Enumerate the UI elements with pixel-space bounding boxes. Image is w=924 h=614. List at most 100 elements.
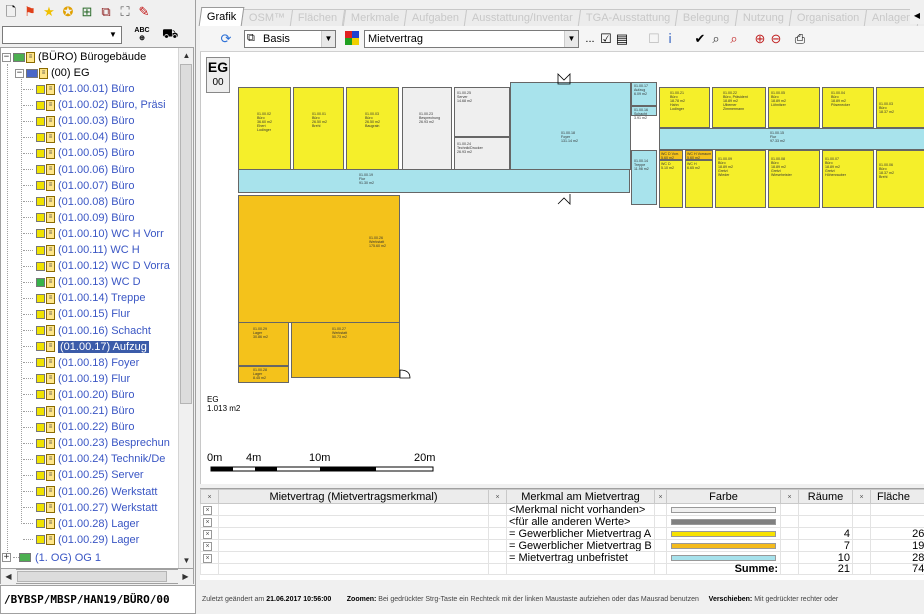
room-01.00.11[interactable]: WC H 6.65 m2 [685, 160, 713, 208]
tab-scroll-left-icon[interactable]: ◀ [910, 8, 924, 24]
room-01.00.07[interactable]: 01.00.07 Büro 18.89 m2 Gretzi Höhenraube… [822, 150, 874, 208]
zoom-area-icon[interactable]: ⌕ [726, 31, 742, 47]
row-remove-icon[interactable]: × [200, 551, 219, 564]
tree-room-node[interactable]: ≡ (01.00.15) Flur [23, 306, 130, 322]
tree-room-node[interactable]: ≡ (01.00.01) Büro [23, 81, 134, 97]
collapse-icon[interactable]: − [2, 52, 11, 62]
more-options-button[interactable]: ... [582, 31, 598, 47]
scroll-up-icon[interactable]: ▲ [179, 48, 193, 63]
tree-floor-node[interactable]: − ≡ (00) EG [15, 65, 90, 81]
tree-room-node[interactable]: ≡ (01.00.19) Flur [23, 371, 130, 387]
favorite-add-icon[interactable]: ✪ [60, 4, 76, 20]
room-01.00.06[interactable]: 01.00.06 Büro 18.37 m2 Brehl [876, 150, 924, 208]
checkbox-icon[interactable]: ☑ [598, 31, 614, 47]
tab-grafik[interactable]: Grafik [198, 7, 245, 26]
tree-room-node[interactable]: ≡ (01.00.06) Büro [23, 162, 134, 178]
tree-room-node[interactable]: ≡ (01.00.07) Büro [23, 178, 134, 194]
tree-root-node[interactable]: − ≡ (BÜRO) Bürogebäude [2, 49, 146, 65]
tree-room-node[interactable]: ≡ (01.00.20) Büro [23, 387, 134, 403]
room-01.00.21[interactable]: 01.00.21 Büro 18.78 m2 Hahn Lodinger [659, 87, 710, 128]
view-combo[interactable]: Basis ⧉ ▼ [244, 30, 336, 48]
tree-room-node[interactable]: ≡ (01.00.17) Aufzug [23, 339, 149, 355]
color-swatch[interactable] [671, 542, 776, 549]
chevron-down-icon[interactable]: ▼ [106, 28, 120, 42]
tree-room-node[interactable]: ≡ (01.00.05) Büro [23, 145, 134, 161]
column-header-mietvertrag[interactable]: Mietvertrag (Mietvertragsmerkmal) [218, 489, 489, 504]
tree-floor-node[interactable]: + (1. OG) OG 1 [2, 550, 101, 566]
tree-room-node[interactable]: ≡ (01.00.09) Büro [23, 210, 134, 226]
tree-room-node[interactable]: ≡ (01.00.02) Büro, Präsi [23, 97, 166, 113]
tree-room-node[interactable]: ≡ (01.00.24) Technik/De [23, 451, 165, 467]
room-01.00.27[interactable]: 01.00.27 Werkstatt 50.73 m2 [291, 322, 400, 378]
tree-room-node[interactable]: ≡ (01.00.08) Büro [23, 194, 134, 210]
color-swatch[interactable] [671, 506, 776, 513]
tree-room-node[interactable]: ≡ (01.00.14) Treppe [23, 290, 145, 306]
scroll-right-icon[interactable]: ▶ [178, 569, 193, 584]
tab-organisation[interactable]: Organisation [788, 9, 868, 26]
info-icon[interactable]: ⅰ [662, 31, 678, 47]
scroll-thumb[interactable] [17, 571, 167, 582]
column-header-raeume[interactable]: Räume [798, 489, 853, 504]
tree-room-node[interactable]: ≡ (01.00.21) Büro [23, 403, 134, 419]
tree-room-node[interactable]: ≡ (01.00.12) WC D Vorra [23, 258, 170, 274]
print-icon[interactable]: ⎙ [792, 31, 808, 47]
row-remove-icon[interactable]: × [200, 539, 219, 552]
legend-row[interactable]: × = Gewerblicher Mietvertrag B 7 193,54 m [200, 539, 924, 552]
pen-icon[interactable]: ✎ [136, 4, 152, 20]
floor-plan-canvas[interactable]: EG 00 01.00.02 Büro 36.60 m2 Ehert Lodin… [200, 52, 924, 484]
tree-expand-icon[interactable]: ⊞ [79, 4, 95, 20]
column-header-flaeche[interactable]: Fläche [870, 489, 924, 504]
close-icon[interactable]: × [852, 489, 871, 504]
color-swatch[interactable] [671, 518, 776, 525]
column-header-farbe[interactable]: Farbe [666, 489, 781, 504]
legend-row[interactable]: × <für alle anderen Werte> [200, 515, 924, 528]
room-01.00.05[interactable]: 01.00.05 Büro 18.89 m2 Löhnitzer [768, 87, 820, 128]
scroll-left-icon[interactable]: ◀ [1, 569, 16, 584]
feature-combo[interactable]: Mietvertrag ▼ [364, 30, 579, 48]
row-remove-icon[interactable]: × [200, 515, 219, 528]
room-01.00.24[interactable]: 01.00.24 Technik/Drucker 26.93 m2 [454, 137, 510, 173]
tab-tga-ausstattung[interactable]: TGA-Ausstattung [577, 9, 679, 26]
tree-room-node[interactable]: ≡ (01.00.13) WC D [23, 274, 141, 290]
room-01.00.26[interactable]: 01.00.26 Werkstatt 175.60 m2 [238, 195, 400, 323]
close-icon[interactable]: × [488, 489, 507, 504]
tree-room-node[interactable]: ≡ (01.00.10) WC H Vorr [23, 226, 164, 242]
tab-flächen[interactable]: Flächen [290, 9, 346, 26]
room-01.00.08[interactable]: 01.00.08 Büro 18.89 m2 Gretzi Wieseheist… [768, 150, 820, 208]
row-remove-icon[interactable]: × [200, 527, 219, 540]
tab-osm[interactable]: OSM™ [241, 9, 294, 26]
tree-room-node[interactable]: ≡ (01.00.18) Foyer [23, 355, 139, 371]
zoom-out-icon[interactable]: ⊖ [768, 31, 784, 47]
tree-horizontal-scrollbar[interactable]: ◀ ▶ [0, 569, 194, 584]
room-01.00.28[interactable]: 01.00.28 Lager 8.45 m2 [238, 366, 289, 383]
tab-merkmale[interactable]: Merkmale [342, 9, 408, 26]
legend-row[interactable]: × <Merkmal nicht vorhanden> [200, 503, 924, 516]
tree-room-node[interactable]: ≡ (01.00.11) WC H [23, 242, 140, 258]
room-01.00.23[interactable]: 01.00.23 Besprechung 26.93 m2 [402, 87, 452, 173]
tree-vertical-scrollbar[interactable]: ▲ ▼ [178, 48, 193, 568]
favorite-star-icon[interactable]: ★ [41, 4, 57, 20]
new-doc-icon[interactable]: 🗋 [3, 4, 19, 20]
column-header-merkmal[interactable]: Merkmal am Mietvertrag [506, 489, 655, 504]
room-01.00.09[interactable]: 01.00.09 Büro 18.89 m2 Gretzi Wieder [715, 150, 766, 208]
room-01.00.01[interactable]: 01.00.01 Büro 26.50 m2 Brehl [293, 87, 344, 173]
search-combo[interactable]: ▼ [2, 26, 122, 44]
expand-icon[interactable]: + [2, 553, 11, 563]
tree-room-node[interactable]: ≡ (01.00.03) Büro [23, 113, 134, 129]
row-remove-icon[interactable]: × [200, 503, 219, 516]
room-01.00.29[interactable]: 01.00.29 Lager 30.86 m2 [238, 322, 289, 366]
room-01.00.10[interactable]: WC H Vorraum 5.60 m2 [685, 150, 713, 160]
room-01.00.04[interactable]: 01.00.04 Büro 18.89 m2 Pösenecker [822, 87, 874, 128]
check-select-icon[interactable]: ✔ [692, 31, 708, 47]
room-01.00.16[interactable]: 01.00.16 Schacht 3.91 m2 [631, 106, 657, 120]
collapse-icon[interactable]: − [15, 68, 24, 78]
tree-room-node[interactable]: ≡ (01.00.28) Lager [23, 516, 139, 532]
tree-import-icon[interactable]: ⧉ [98, 4, 114, 20]
tab-nutzung[interactable]: Nutzung [734, 9, 792, 26]
properties-icon[interactable]: ▤ [614, 31, 630, 47]
flag-icon[interactable]: ⚑ [22, 4, 38, 20]
color-legend-icon[interactable] [344, 31, 360, 47]
room-01.00.17[interactable]: 01.00.17 Aufzug 6.09 m2 [631, 82, 657, 106]
room-01.00.18[interactable]: 01.00.18 Foyer 131.14 m2 [510, 82, 631, 170]
tree-room-node[interactable]: ≡ (01.00.22) Büro [23, 419, 134, 435]
